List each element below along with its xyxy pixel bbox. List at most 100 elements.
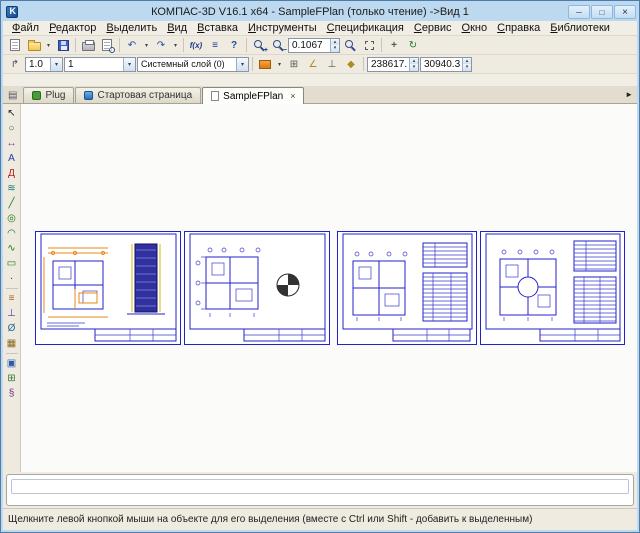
menu-select[interactable]: Выделить	[101, 22, 162, 34]
toolbar-separator	[363, 57, 364, 71]
window-title: КОМПАС-3D V16.1 x64 - SampleFPlan (тольк…	[63, 6, 557, 18]
coord-x-field[interactable]: 238617. ▴▾	[367, 57, 419, 72]
help-button[interactable]: ?	[225, 37, 243, 54]
layer-combo[interactable]: Системный слой (0) ▾	[137, 57, 249, 72]
menu-tools[interactable]: Инструменты	[243, 22, 322, 34]
grid-button[interactable]: ⊞	[285, 56, 303, 73]
coord-y-field[interactable]: 30940.3 ▴▾	[420, 57, 472, 72]
drawing-sheet-3[interactable]	[338, 232, 477, 345]
menu-view[interactable]: Вид	[162, 22, 192, 34]
color-dropdown-caret[interactable]: ▾	[275, 56, 284, 73]
tool-point-button[interactable]: ∙	[4, 271, 20, 286]
menu-specification[interactable]: Спецификация	[322, 22, 409, 34]
pan-button[interactable]: +	[385, 37, 403, 54]
drawing-canvas[interactable]	[21, 104, 637, 472]
drawing-sheet-2[interactable]	[185, 232, 330, 345]
tool-geometry-button[interactable]: ○	[4, 121, 20, 136]
tool-specification-button[interactable]: §	[4, 386, 20, 401]
redo-dropdown-caret[interactable]: ▾	[171, 37, 180, 54]
tab-label: SampleFPlan	[223, 91, 283, 102]
jump-button[interactable]: ↱	[6, 56, 24, 73]
main-area: ↖ ○ ↔ A Д ≋ ╱ ◎ ◠ ∿ ▭ ∙ ≡ ⊥ Ø ▦ ▣ ⊞ §	[3, 104, 637, 472]
zoom-value: 0.1067	[292, 40, 330, 51]
coord-x-spinner[interactable]: ▴▾	[409, 58, 418, 71]
zoom-fit-button[interactable]	[341, 37, 359, 54]
toolbar-separator	[183, 38, 184, 52]
maximize-button[interactable]: □	[591, 5, 613, 19]
tab-close-icon[interactable]: ×	[290, 91, 295, 101]
angle-snap-button[interactable]: ∠	[304, 56, 322, 73]
zoom-area-button[interactable]	[360, 37, 378, 54]
drawing-sheet-1[interactable]	[36, 232, 181, 345]
tool-segment-button[interactable]: ╱	[4, 196, 20, 211]
menu-service[interactable]: Сервис	[409, 22, 457, 34]
cursor-step-combo[interactable]: 1.0 ▾	[25, 57, 63, 72]
tool-measurements-button[interactable]: Ø	[4, 321, 20, 336]
tool-selection-cursor-button[interactable]: ↖	[4, 106, 20, 121]
menu-file[interactable]: Файл	[7, 22, 44, 34]
tab-plug[interactable]: Plug	[23, 87, 74, 103]
menu-help[interactable]: Справка	[492, 22, 545, 34]
documents-list-icon[interactable]: ▤	[8, 90, 17, 101]
undo-dropdown-caret[interactable]: ▾	[142, 37, 151, 54]
undo-button[interactable]: ↶	[123, 37, 141, 54]
tool-designations-button[interactable]: A	[4, 151, 20, 166]
spinner-down-icon[interactable]: ▾	[410, 64, 418, 71]
view-state-caret-icon[interactable]: ▾	[123, 58, 135, 71]
zoom-combo[interactable]: 0.1067 ▴▾	[288, 38, 340, 53]
open-document-button[interactable]	[25, 37, 43, 54]
open-dropdown-caret[interactable]: ▾	[44, 37, 53, 54]
properties-button[interactable]: ≡	[206, 37, 224, 54]
close-button[interactable]: ×	[614, 5, 636, 19]
tool-hatch-button[interactable]: ≋	[4, 181, 20, 196]
snap-button[interactable]: ◆	[342, 56, 360, 73]
tool-views-button[interactable]: ▣	[4, 356, 20, 371]
menu-editor[interactable]: Редактор	[44, 22, 101, 34]
tool-dimensions-button[interactable]: ↔	[4, 136, 20, 151]
refresh-view-button[interactable]: ↻	[404, 37, 422, 54]
toolbar-separator	[252, 57, 253, 71]
tab-start-page[interactable]: Стартовая страница	[75, 87, 201, 103]
tool-spline-button[interactable]: ∿	[4, 241, 20, 256]
toolbar-separator	[246, 38, 247, 52]
layer-caret-icon[interactable]: ▾	[236, 58, 248, 71]
spinner-down-icon[interactable]: ▾	[331, 45, 339, 52]
property-bar-field[interactable]	[11, 479, 629, 494]
tool-parametrization-button[interactable]: ⊥	[4, 306, 20, 321]
zoom-out-loupe-icon	[273, 40, 281, 48]
view-state-combo[interactable]: 1 ▾	[64, 57, 136, 72]
current-color-button[interactable]	[256, 56, 274, 73]
zoom-in-button[interactable]: +	[250, 37, 268, 54]
tab-samplefplan[interactable]: SampleFPlan ×	[202, 87, 304, 104]
spinner-down-icon[interactable]: ▾	[463, 64, 471, 71]
title-bar[interactable]: КОМПАС-3D V16.1 x64 - SampleFPlan (тольк…	[3, 3, 637, 21]
tool-construction-designations-button[interactable]: Д	[4, 166, 20, 181]
tool-insertions-button[interactable]: ⊞	[4, 371, 20, 386]
zoom-spinner[interactable]: ▴▾	[330, 39, 339, 52]
plug-tab-icon	[32, 91, 41, 100]
redo-button[interactable]: ↷	[152, 37, 170, 54]
tool-selection-button[interactable]: ▦	[4, 336, 20, 351]
zoom-out-button[interactable]: −	[269, 37, 287, 54]
ortho-button[interactable]: ⊥	[323, 56, 341, 73]
tool-circle-button[interactable]: ◎	[4, 211, 20, 226]
open-folder-icon	[28, 42, 41, 51]
tool-editing-button[interactable]: ≡	[4, 291, 20, 306]
tool-rectangle-button[interactable]: ▭	[4, 256, 20, 271]
menu-libraries[interactable]: Библиотеки	[545, 22, 615, 34]
menu-insert[interactable]: Вставка	[192, 22, 243, 34]
menu-window[interactable]: Окно	[457, 22, 493, 34]
print-button[interactable]	[79, 37, 97, 54]
tool-arc-button[interactable]: ◠	[4, 226, 20, 241]
print-preview-button[interactable]	[98, 37, 116, 54]
drawing-sheet-4[interactable]	[481, 232, 625, 345]
cursor-step-caret-icon[interactable]: ▾	[50, 58, 62, 71]
minimize-button[interactable]: ─	[568, 5, 590, 19]
save-button[interactable]	[54, 37, 72, 54]
variables-button[interactable]: f(x)	[187, 37, 205, 54]
tab-scroll-arrow-icon[interactable]: ►	[625, 90, 633, 99]
new-document-button[interactable]	[6, 37, 24, 54]
coord-y-spinner[interactable]: ▴▾	[462, 58, 471, 71]
zoom-in-loupe-icon	[254, 40, 262, 48]
status-bar: Щелкните левой кнопкой мыши на объекте д…	[3, 508, 637, 530]
